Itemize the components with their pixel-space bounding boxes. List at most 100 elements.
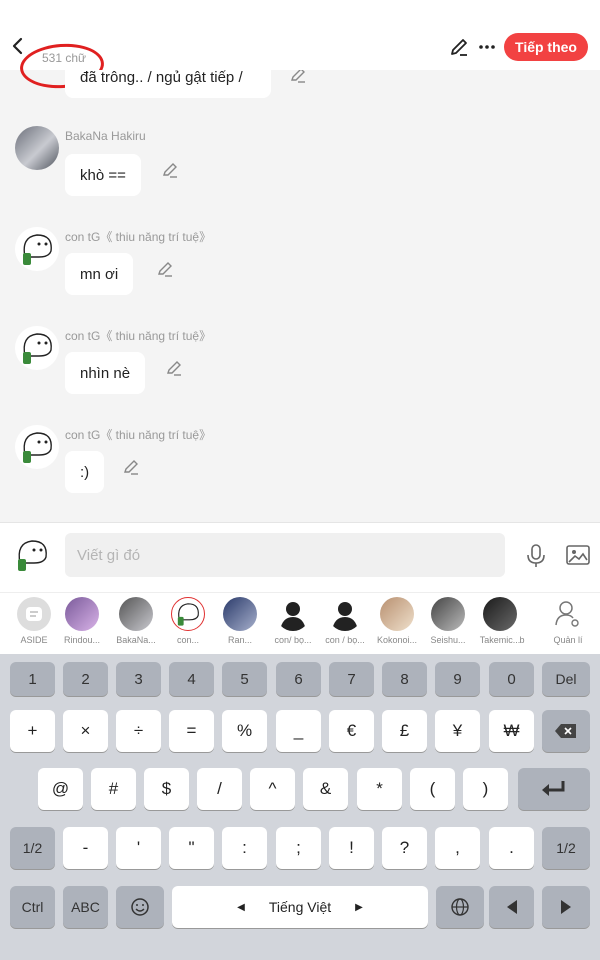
character-item[interactable]: Ran... (214, 597, 266, 645)
microphone-icon[interactable] (525, 543, 547, 569)
key[interactable]: # (91, 768, 136, 810)
avatar[interactable] (15, 227, 59, 271)
key[interactable]: 2 (63, 662, 108, 696)
key[interactable]: + (10, 710, 55, 752)
key[interactable]: ? (382, 827, 427, 869)
key[interactable]: . (489, 827, 534, 869)
message-text: đã trông.. / ngủ gật tiếp / (80, 70, 243, 86)
page-toggle-key[interactable]: 1/2 (542, 827, 590, 869)
character-item[interactable]: BakaNa... (110, 597, 162, 645)
character-label: con... (176, 635, 199, 645)
avatar (65, 597, 99, 631)
key[interactable]: ( (410, 768, 455, 810)
character-item[interactable]: Seishu... (422, 597, 474, 645)
globe-icon (451, 898, 469, 916)
key[interactable]: 9 (435, 662, 480, 696)
character-item-selected[interactable]: con... (162, 597, 214, 645)
key[interactable]: 7 (329, 662, 374, 696)
manage-characters-button[interactable]: Quản lí (542, 597, 594, 645)
character-item[interactable]: Kokonoi... (371, 597, 423, 645)
key[interactable]: " (169, 827, 214, 869)
image-icon[interactable] (566, 544, 590, 566)
key[interactable]: 4 (169, 662, 214, 696)
character-label: Rindou... (63, 635, 101, 645)
message-bubble: đã trông.. / ngủ gật tiếp / (65, 70, 271, 98)
message-text: mn ơi (80, 265, 119, 283)
key[interactable]: 0 (489, 662, 534, 696)
next-button[interactable]: Tiếp theo (504, 33, 588, 61)
key[interactable]: ; (276, 827, 321, 869)
avatar (276, 597, 310, 631)
key[interactable]: 6 (276, 662, 321, 696)
character-label: Quản lí (553, 635, 583, 645)
edit-pencil-icon[interactable] (165, 359, 183, 377)
key[interactable]: $ (144, 768, 189, 810)
space-key[interactable]: ◀ Tiếng Việt ▶ (172, 886, 428, 928)
emoji-key[interactable] (116, 886, 164, 928)
message-text: :) (80, 463, 90, 481)
abc-key[interactable]: ABC (63, 886, 108, 928)
avatar[interactable] (15, 126, 59, 170)
key[interactable]: * (357, 768, 402, 810)
message-bubble: khò == (65, 154, 141, 196)
character-item[interactable]: b (512, 597, 532, 645)
delete-key[interactable]: Del (542, 662, 590, 696)
composer-bar: Viết gì đó (0, 522, 600, 592)
key[interactable]: ₩ (489, 710, 534, 752)
key[interactable]: , (435, 827, 480, 869)
enter-key[interactable] (518, 768, 590, 810)
enter-icon (542, 781, 565, 796)
key[interactable]: % (222, 710, 267, 752)
key[interactable]: ^ (250, 768, 295, 810)
triangle-left-icon (506, 900, 517, 914)
avatar (223, 597, 257, 631)
avatar[interactable] (15, 326, 59, 370)
back-arrow-icon[interactable] (8, 34, 28, 58)
key[interactable]: 3 (116, 662, 161, 696)
key[interactable]: ÷ (116, 710, 161, 752)
key[interactable]: 8 (382, 662, 427, 696)
page-toggle-key[interactable]: 1/2 (10, 827, 55, 869)
space-label: Tiếng Việt (268, 899, 332, 915)
key[interactable]: ¥ (435, 710, 480, 752)
key[interactable]: 1 (10, 662, 55, 696)
edit-pencil-icon[interactable] (161, 161, 179, 179)
key[interactable]: ) (463, 768, 508, 810)
message-input[interactable]: Viết gì đó (65, 533, 505, 577)
key[interactable]: @ (38, 768, 83, 810)
edit-pencil-icon[interactable] (122, 458, 140, 476)
cursor-left-key[interactable] (489, 886, 534, 928)
edit-pencil-icon[interactable] (289, 70, 307, 84)
edit-pencil-icon[interactable] (156, 260, 174, 278)
key[interactable]: ' (116, 827, 161, 869)
key[interactable]: ! (329, 827, 374, 869)
triangle-right-icon (561, 900, 571, 914)
avatar[interactable] (15, 425, 59, 469)
key[interactable]: 5 (222, 662, 267, 696)
more-dots-icon[interactable] (476, 36, 498, 58)
message-bubble: mn ơi (65, 253, 134, 295)
language-key[interactable] (436, 886, 484, 928)
key[interactable]: = (169, 710, 214, 752)
character-item[interactable]: Rindou... (56, 597, 108, 645)
key[interactable]: × (63, 710, 108, 752)
key[interactable]: £ (382, 710, 427, 752)
edit-pencil-icon[interactable] (448, 36, 470, 58)
cursor-right-key[interactable] (542, 886, 590, 928)
ctrl-key[interactable]: Ctrl (10, 886, 55, 928)
key[interactable]: : (222, 827, 267, 869)
character-item[interactable]: con / bọ... (319, 597, 371, 645)
key[interactable]: € (329, 710, 374, 752)
current-character-avatar[interactable] (10, 533, 54, 577)
sender-name: con tG《 thiu năng trí tuệ》 (65, 329, 212, 343)
sender-name: con tG《 thiu năng trí tuệ》 (65, 230, 212, 244)
character-selector: ASIDE Rindou... BakaNa... con... Ran... … (0, 592, 600, 654)
key[interactable]: _ (276, 710, 321, 752)
backspace-key[interactable] (542, 710, 590, 752)
key[interactable]: - (63, 827, 108, 869)
character-label: con / bọ... (325, 635, 365, 645)
character-item[interactable]: con/ bọ... (267, 597, 319, 645)
character-item[interactable]: ASIDE (8, 597, 60, 645)
key[interactable]: / (197, 768, 242, 810)
key[interactable]: & (303, 768, 348, 810)
